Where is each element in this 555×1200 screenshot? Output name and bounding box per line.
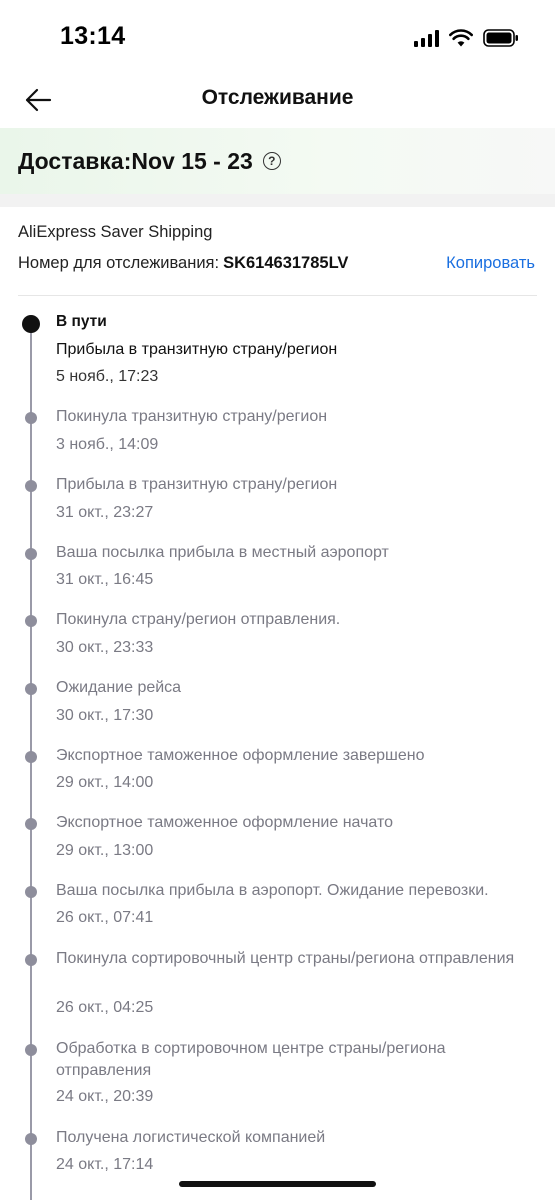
timeline-dot: [25, 480, 37, 492]
event-title: Ожидание рейса: [56, 679, 182, 696]
event-title: Ваша посылка прибыла в аэропорт. Ожидани…: [56, 882, 489, 899]
event-date: 24 окт., 20:39: [56, 1088, 154, 1105]
event-title: Обработка в сортировочном центре страны/…: [56, 1040, 446, 1079]
event-date: 30 окт., 17:30: [56, 707, 154, 724]
shipping-method: AliExpress Saver Shipping: [18, 223, 213, 241]
event-date: 26 окт., 07:41: [56, 909, 154, 926]
question-icon[interactable]: ?: [262, 152, 281, 170]
event-title: Ваша посылка прибыла в местный аэропорт: [56, 544, 389, 561]
event-date: 24 окт., 17:14: [56, 1156, 154, 1173]
event-title: Экспортное таможенное оформление начато: [56, 814, 393, 831]
timeline-dot: [25, 683, 37, 695]
event-title: Покинула страну/регион отправления.: [56, 611, 341, 628]
event-title: Получена логистической компанией: [56, 1129, 326, 1146]
home-indicator[interactable]: [179, 1181, 376, 1187]
event-title: Прибыла в транзитную страну/регион: [56, 341, 338, 358]
delivery-estimate: Доставка:Nov 15 - 23: [18, 147, 253, 174]
tracking-timeline: В пути Прибыла в транзитную страну/регио…: [0, 296, 555, 1200]
timeline-dot: [25, 1133, 37, 1145]
event-date: 31 окт., 23:27: [56, 504, 154, 521]
status-icons: [414, 27, 519, 47]
battery-icon: [483, 29, 519, 47]
event-title: Покинула транзитную страну/регион: [56, 408, 328, 425]
timeline-dot: [25, 886, 37, 898]
timeline-dot: [25, 615, 37, 627]
tracking-screen: 13:14 Отслеживание Доставка:Nov 15 - 23 …: [0, 0, 555, 1200]
event-date: 29 окт., 14:00: [56, 774, 154, 791]
nav-header: Отслеживание: [0, 72, 555, 128]
cellular-signal-icon: [414, 29, 439, 47]
event-date: 26 окт., 04:25: [56, 999, 154, 1016]
copy-button[interactable]: Копировать: [446, 254, 535, 273]
page-title: Отслеживание: [201, 86, 354, 109]
status-bar: 13:14: [0, 0, 555, 72]
tracking-row: Номер для отслеживания: SK614631785LV Коп…: [18, 254, 537, 276]
event-title: Покинула сортировочный центр страны/реги…: [56, 950, 515, 967]
tracking-number: SK614631785LV: [223, 254, 349, 272]
event-date: 29 окт., 13:00: [56, 842, 154, 859]
timeline-dot: [25, 954, 37, 966]
tracking-label: Номер для отслеживания:: [18, 254, 220, 272]
delivery-banner: Доставка:Nov 15 - 23 ?: [0, 128, 555, 194]
timeline-dot: [25, 412, 37, 424]
event-title: Экспортное таможенное оформление заверше…: [56, 747, 425, 764]
timeline-dot: [25, 1044, 37, 1056]
timeline-dot: [25, 751, 37, 763]
event-date: 30 окт., 23:33: [56, 639, 154, 656]
timeline-dot: [25, 548, 37, 560]
wifi-icon: [449, 29, 473, 47]
status-time: 13:14: [60, 22, 126, 50]
timeline-dot-active: [22, 315, 40, 333]
event-date: 3 нояб., 14:09: [56, 436, 159, 453]
event-date: 31 окт., 16:45: [56, 571, 154, 588]
section-separator: [0, 194, 555, 207]
event-date: 5 нояб., 17:23: [56, 368, 159, 385]
current-status: В пути: [56, 313, 107, 330]
timeline-dot: [25, 818, 37, 830]
event-title: Прибыла в транзитную страну/регион: [56, 476, 338, 493]
